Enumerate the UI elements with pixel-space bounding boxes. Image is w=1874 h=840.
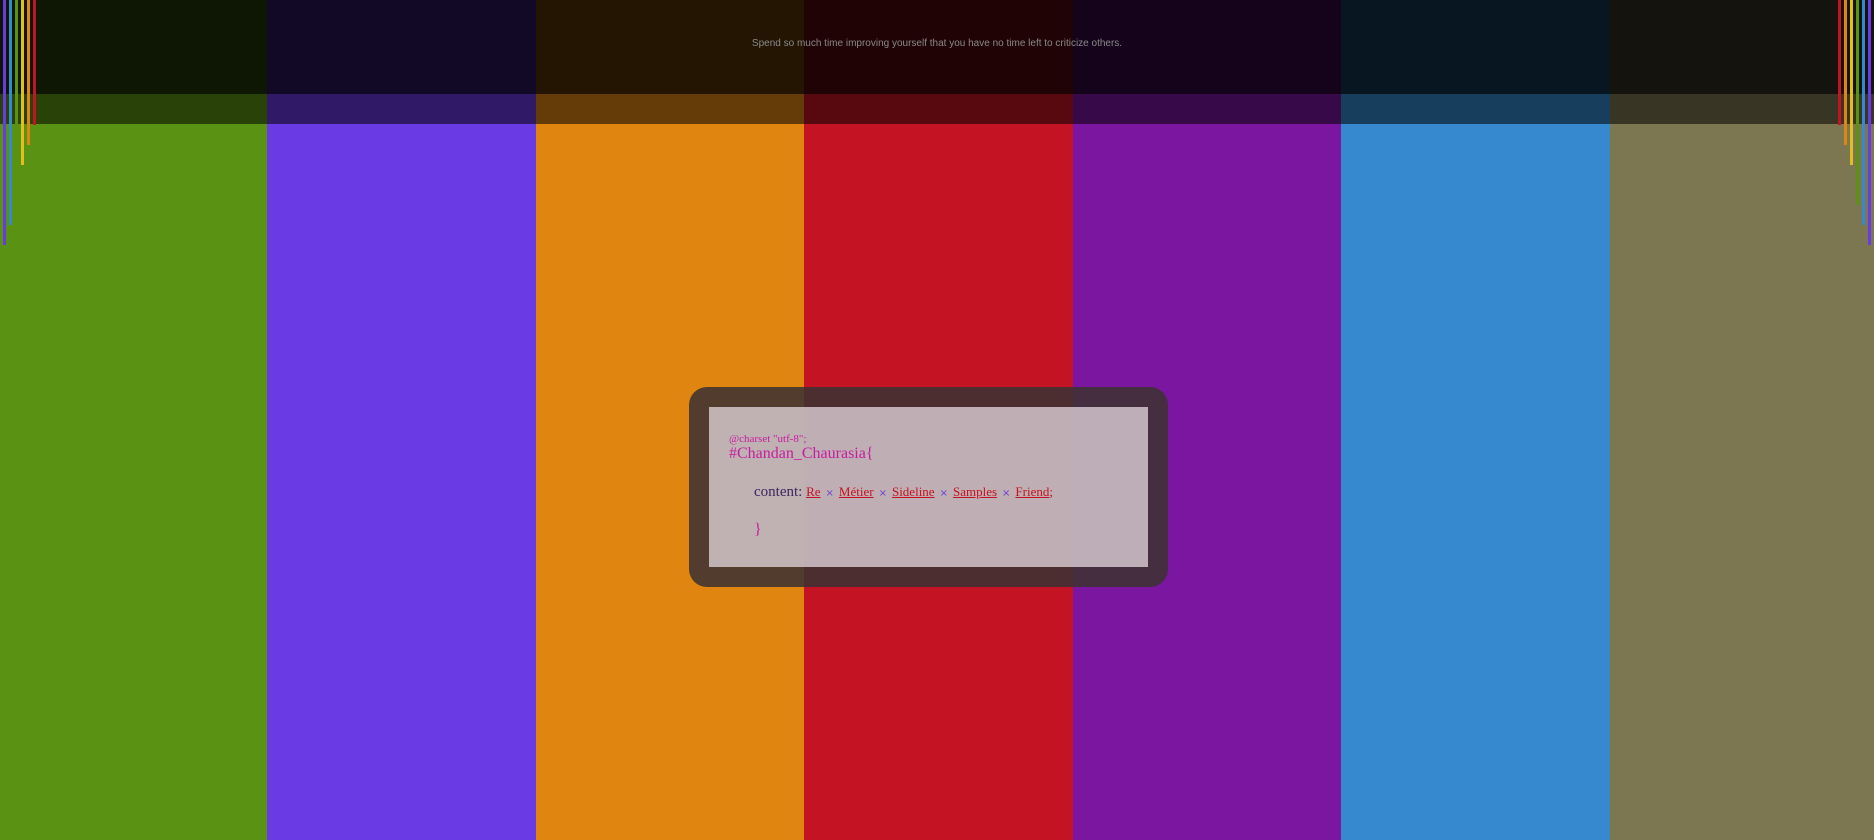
- content-declaration: content: Re × Métier × Sideline × Samples × Frie…: [754, 484, 1053, 501]
- nav-link-sideline[interactable]: Sideline: [892, 484, 935, 499]
- drips-right-decoration: [1834, 0, 1874, 250]
- drip: [9, 0, 12, 225]
- selector-line: #Chandan_Chaurasia{: [729, 445, 874, 462]
- code-card: @charset "utf-8"; #Chandan_Chaurasia{ co…: [689, 387, 1168, 587]
- closing-brace: }: [754, 521, 762, 538]
- drip: [1838, 0, 1841, 125]
- content-property: content:: [754, 484, 803, 500]
- header-shadow-band: [0, 94, 1874, 124]
- separator-icon: ×: [939, 488, 948, 499]
- drip: [1868, 0, 1871, 245]
- separator-icon: ×: [1002, 488, 1011, 499]
- stripe-violet: [267, 0, 536, 840]
- drips-left-decoration: [0, 0, 40, 250]
- nav-link-friend[interactable]: Friend: [1015, 484, 1049, 499]
- drip: [3, 0, 6, 245]
- drip: [33, 0, 36, 125]
- drip: [1862, 0, 1865, 225]
- drip: [27, 0, 30, 145]
- separator-icon: ×: [878, 488, 887, 499]
- nav-link-re[interactable]: Re: [806, 484, 820, 499]
- drip: [21, 0, 24, 165]
- drip: [1844, 0, 1847, 145]
- charset-line: @charset "utf-8";: [729, 433, 807, 445]
- drip: [15, 0, 18, 205]
- header-quote: Spend so much time improving yourself th…: [751, 38, 1123, 49]
- drip: [1856, 0, 1859, 205]
- stripe-blue: [1341, 0, 1610, 840]
- stripe-green: [0, 0, 267, 840]
- code-block: @charset "utf-8"; #Chandan_Chaurasia{ co…: [709, 407, 1148, 567]
- separator-icon: ×: [825, 488, 834, 499]
- nav-link-samples[interactable]: Samples: [953, 484, 997, 499]
- nav-link-metier[interactable]: Métier: [839, 484, 874, 499]
- declaration-terminator: ;: [1049, 484, 1053, 499]
- drip: [1850, 0, 1853, 165]
